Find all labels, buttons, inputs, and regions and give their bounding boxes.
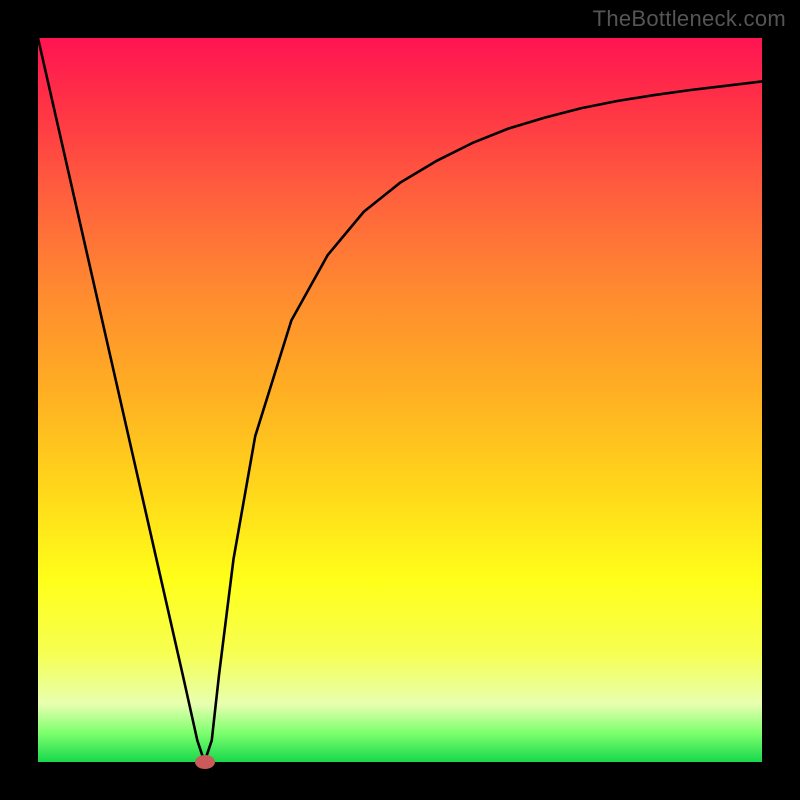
curve-svg: [38, 38, 762, 762]
chart-frame: TheBottleneck.com: [0, 0, 800, 800]
plot-area: [38, 38, 762, 762]
minimum-marker: [195, 755, 215, 769]
watermark-text: TheBottleneck.com: [593, 6, 786, 32]
curve-path: [38, 38, 762, 762]
